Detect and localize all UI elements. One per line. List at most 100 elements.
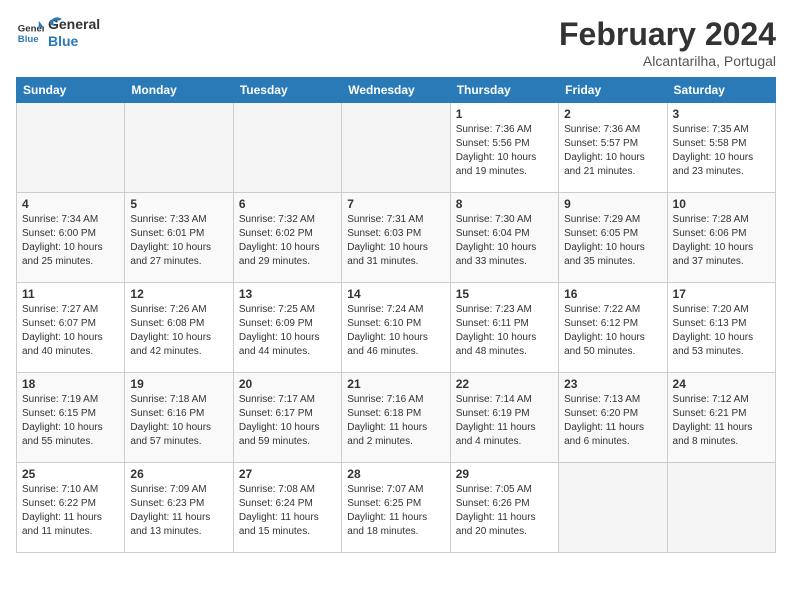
day-number: 25 (22, 467, 119, 481)
day-header-wednesday: Wednesday (342, 78, 450, 103)
day-header-saturday: Saturday (667, 78, 775, 103)
calendar-cell: 28 Sunrise: 7:07 AM Sunset: 6:25 PM Dayli… (342, 463, 450, 553)
day-info: Sunrise: 7:20 AM Sunset: 6:13 PM Dayligh… (673, 303, 770, 359)
location-subtitle: Alcantarilha, Portugal (559, 53, 776, 69)
day-number: 12 (130, 287, 227, 301)
day-info: Sunrise: 7:24 AM Sunset: 6:10 PM Dayligh… (347, 303, 444, 359)
calendar-cell: 10 Sunrise: 7:28 AM Sunset: 6:06 PM Dayli… (667, 193, 775, 283)
day-info: Sunrise: 7:18 AM Sunset: 6:16 PM Dayligh… (130, 393, 227, 449)
day-number: 28 (347, 467, 444, 481)
day-number: 1 (456, 107, 553, 121)
day-info: Sunrise: 7:23 AM Sunset: 6:11 PM Dayligh… (456, 303, 553, 359)
calendar-cell: 27Sunrise: 7:08 AM Sunset: 6:24 PM Dayli… (233, 463, 341, 553)
day-info: Sunrise: 7:26 AM Sunset: 6:08 PM Dayligh… (130, 303, 227, 359)
day-info: Sunrise: 7:19 AM Sunset: 6:15 PM Dayligh… (22, 393, 119, 449)
calendar-cell (17, 103, 125, 193)
day-info: Sunrise: 7:36 AM Sunset: 5:57 PM Dayligh… (564, 123, 661, 179)
day-number: 21 (347, 377, 444, 391)
day-header-friday: Friday (559, 78, 667, 103)
calendar-week-row: 11Sunrise: 7:27 AM Sunset: 6:07 PM Dayli… (17, 283, 776, 373)
calendar-cell: 8 Sunrise: 7:30 AM Sunset: 6:04 PM Daylig… (450, 193, 558, 283)
calendar-cell (342, 103, 450, 193)
calendar-cell: 17 Sunrise: 7:20 AM Sunset: 6:13 PM Dayli… (667, 283, 775, 373)
day-number: 10 (673, 197, 770, 211)
month-year-title: February 2024 (559, 16, 776, 53)
title-block: February 2024 Alcantarilha, Portugal (559, 16, 776, 69)
calendar-cell: 7 Sunrise: 7:31 AM Sunset: 6:03 PM Daylig… (342, 193, 450, 283)
day-number: 4 (22, 197, 119, 211)
calendar-cell: 19 Sunrise: 7:18 AM Sunset: 6:16 PM Dayli… (125, 373, 233, 463)
day-info: Sunrise: 7:10 AM Sunset: 6:22 PM Dayligh… (22, 483, 119, 539)
page-header: General Blue General Blue February 2024 … (16, 16, 776, 69)
calendar-week-row: 4 Sunrise: 7:34 AM Sunset: 6:00 PM Daylig… (17, 193, 776, 283)
day-number: 19 (130, 377, 227, 391)
day-number: 27 (239, 467, 336, 481)
calendar-cell: 29 Sunrise: 7:05 AM Sunset: 6:26 PM Dayli… (450, 463, 558, 553)
calendar-cell: 18 Sunrise: 7:19 AM Sunset: 6:15 PM Dayli… (17, 373, 125, 463)
day-info: Sunrise: 7:13 AM Sunset: 6:20 PM Dayligh… (564, 393, 661, 449)
day-number: 9 (564, 197, 661, 211)
calendar-cell: 26 Sunrise: 7:09 AM Sunset: 6:23 PM Dayli… (125, 463, 233, 553)
day-info: Sunrise: 7:35 AM Sunset: 5:58 PM Dayligh… (673, 123, 770, 179)
calendar-cell: 20 Sunrise: 7:17 AM Sunset: 6:17 PM Dayli… (233, 373, 341, 463)
day-header-monday: Monday (125, 78, 233, 103)
day-info: Sunrise: 7:12 AM Sunset: 6:21 PM Dayligh… (673, 393, 770, 449)
day-info: Sunrise: 7:16 AM Sunset: 6:18 PM Dayligh… (347, 393, 444, 449)
day-info: Sunrise: 7:32 AM Sunset: 6:02 PM Dayligh… (239, 213, 336, 269)
calendar-cell: 25 Sunrise: 7:10 AM Sunset: 6:22 PM Dayli… (17, 463, 125, 553)
day-number: 13 (239, 287, 336, 301)
day-number: 11 (22, 287, 119, 301)
calendar-cell: 21 Sunrise: 7:16 AM Sunset: 6:18 PM Dayli… (342, 373, 450, 463)
day-info: Sunrise: 7:30 AM Sunset: 6:04 PM Dayligh… (456, 213, 553, 269)
day-header-tuesday: Tuesday (233, 78, 341, 103)
calendar-cell: 6 Sunrise: 7:32 AM Sunset: 6:02 PM Daylig… (233, 193, 341, 283)
day-info: Sunrise: 7:14 AM Sunset: 6:19 PM Dayligh… (456, 393, 553, 449)
day-info: Sunrise: 7:33 AM Sunset: 6:01 PM Dayligh… (130, 213, 227, 269)
calendar-week-row: 18 Sunrise: 7:19 AM Sunset: 6:15 PM Dayli… (17, 373, 776, 463)
calendar-cell: 16 Sunrise: 7:22 AM Sunset: 6:12 PM Dayli… (559, 283, 667, 373)
day-header-thursday: Thursday (450, 78, 558, 103)
calendar-cell: 23Sunrise: 7:13 AM Sunset: 6:20 PM Dayli… (559, 373, 667, 463)
day-info: Sunrise: 7:36 AM Sunset: 5:56 PM Dayligh… (456, 123, 553, 179)
day-number: 17 (673, 287, 770, 301)
calendar-body: 1 Sunrise: 7:36 AM Sunset: 5:56 PM Daylig… (17, 103, 776, 553)
day-info: Sunrise: 7:22 AM Sunset: 6:12 PM Dayligh… (564, 303, 661, 359)
day-number: 18 (22, 377, 119, 391)
day-info: Sunrise: 7:31 AM Sunset: 6:03 PM Dayligh… (347, 213, 444, 269)
calendar-table: SundayMondayTuesdayWednesdayThursdayFrid… (16, 77, 776, 553)
calendar-week-row: 1 Sunrise: 7:36 AM Sunset: 5:56 PM Daylig… (17, 103, 776, 193)
day-info: Sunrise: 7:09 AM Sunset: 6:23 PM Dayligh… (130, 483, 227, 539)
calendar-cell: 12 Sunrise: 7:26 AM Sunset: 6:08 PM Dayli… (125, 283, 233, 373)
logo: General Blue General Blue (16, 16, 64, 50)
day-number: 14 (347, 287, 444, 301)
calendar-cell: 9Sunrise: 7:29 AM Sunset: 6:05 PM Daylig… (559, 193, 667, 283)
day-info: Sunrise: 7:07 AM Sunset: 6:25 PM Dayligh… (347, 483, 444, 539)
day-number: 15 (456, 287, 553, 301)
day-number: 3 (673, 107, 770, 121)
day-number: 26 (130, 467, 227, 481)
day-number: 7 (347, 197, 444, 211)
day-info: Sunrise: 7:05 AM Sunset: 6:26 PM Dayligh… (456, 483, 553, 539)
calendar-cell: 2 Sunrise: 7:36 AM Sunset: 5:57 PM Daylig… (559, 103, 667, 193)
day-number: 8 (456, 197, 553, 211)
day-number: 6 (239, 197, 336, 211)
day-number: 29 (456, 467, 553, 481)
calendar-cell: 22 Sunrise: 7:14 AM Sunset: 6:19 PM Dayli… (450, 373, 558, 463)
day-info: Sunrise: 7:28 AM Sunset: 6:06 PM Dayligh… (673, 213, 770, 269)
day-info: Sunrise: 7:17 AM Sunset: 6:17 PM Dayligh… (239, 393, 336, 449)
day-number: 5 (130, 197, 227, 211)
day-number: 22 (456, 377, 553, 391)
calendar-cell (125, 103, 233, 193)
calendar-cell (559, 463, 667, 553)
calendar-cell: 3 Sunrise: 7:35 AM Sunset: 5:58 PM Daylig… (667, 103, 775, 193)
day-number: 2 (564, 107, 661, 121)
day-number: 16 (564, 287, 661, 301)
day-number: 20 (239, 377, 336, 391)
calendar-cell: 24Sunrise: 7:12 AM Sunset: 6:21 PM Dayli… (667, 373, 775, 463)
calendar-cell: 5 Sunrise: 7:33 AM Sunset: 6:01 PM Daylig… (125, 193, 233, 283)
logo-bird-icon (44, 16, 64, 36)
day-info: Sunrise: 7:25 AM Sunset: 6:09 PM Dayligh… (239, 303, 336, 359)
logo-icon: General Blue (16, 19, 44, 47)
day-info: Sunrise: 7:34 AM Sunset: 6:00 PM Dayligh… (22, 213, 119, 269)
calendar-cell (233, 103, 341, 193)
